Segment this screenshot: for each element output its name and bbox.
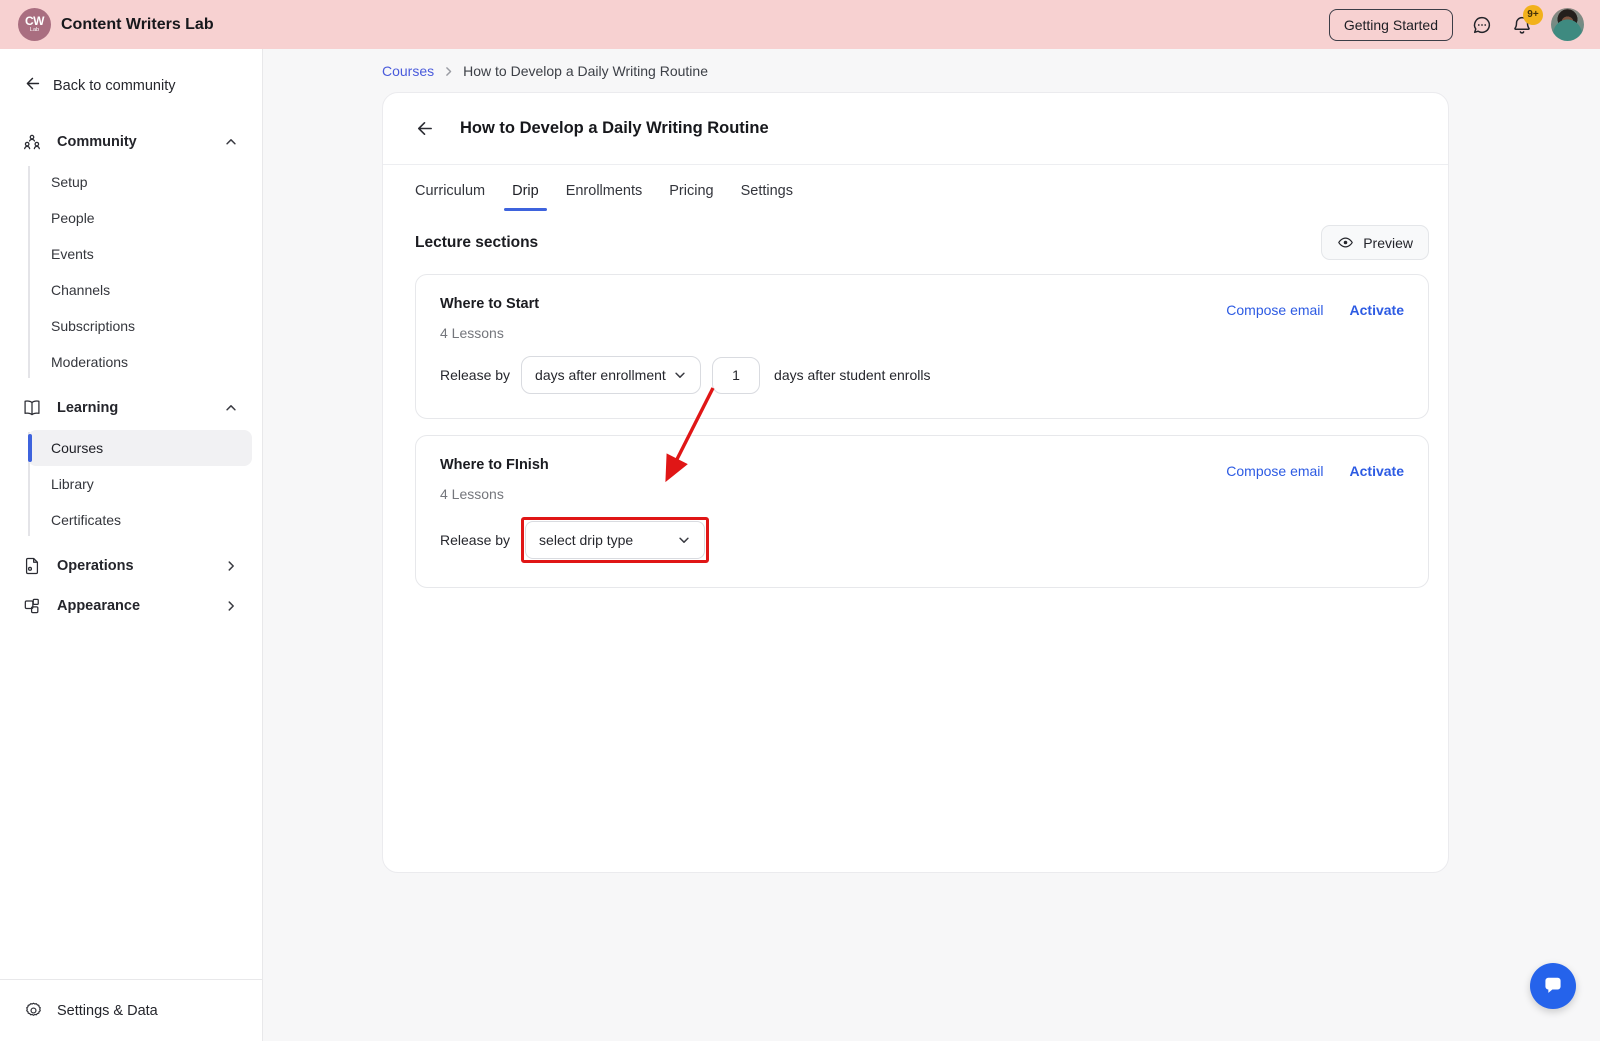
back-arrow-icon: [24, 75, 41, 96]
eye-icon: [1338, 237, 1354, 248]
sidebar-item-certificates[interactable]: Certificates: [28, 502, 252, 538]
tab-curriculum[interactable]: Curriculum: [415, 183, 485, 211]
lecture-sections-heading: Lecture sections: [415, 233, 539, 251]
logo-subtext: Lab: [29, 27, 40, 34]
chevron-right-icon: [228, 561, 234, 571]
chevron-up-icon: [226, 405, 236, 411]
chat-bubble-icon: [1545, 977, 1561, 993]
sidebar-group-operations[interactable]: Operations: [0, 546, 262, 586]
top-header: CW Lab Content Writers Lab Getting Start…: [0, 0, 1600, 49]
red-highlight-box: select drip type: [521, 517, 710, 563]
getting-started-button[interactable]: Getting Started: [1328, 8, 1453, 41]
tab-drip[interactable]: Drip: [504, 183, 547, 211]
back-arrow-icon[interactable]: [415, 119, 434, 138]
section-title: Where to FInish: [440, 457, 549, 473]
operations-icon: [25, 557, 39, 575]
course-admin-card: How to Develop a Daily Writing Routine C…: [382, 92, 1449, 873]
sidebar-group-community-label: Community: [57, 134, 137, 150]
sidebar-group-community[interactable]: Community: [0, 122, 262, 162]
sidebar-item-setup[interactable]: Setup: [28, 164, 252, 200]
tab-enrollments[interactable]: Enrollments: [566, 183, 643, 211]
compose-email-link[interactable]: Compose email: [1226, 302, 1323, 318]
compose-email-link[interactable]: Compose email: [1226, 463, 1323, 479]
breadcrumb: Courses How to Develop a Daily Writing R…: [382, 63, 1600, 79]
live-chat-button[interactable]: [1530, 963, 1576, 1009]
activate-link[interactable]: Activate: [1350, 463, 1404, 479]
drip-type-placeholder: select drip type: [539, 532, 634, 548]
days-suffix-label: days after student enrolls: [774, 367, 931, 383]
sidebar-item-courses[interactable]: Courses: [28, 430, 252, 466]
gear-icon: [26, 1002, 41, 1016]
sidebar-item-people[interactable]: People: [28, 200, 252, 236]
sidebar-item-moderations[interactable]: Moderations: [28, 344, 252, 380]
settings-and-data-link[interactable]: Settings & Data: [0, 979, 262, 1041]
appearance-icon: [24, 598, 39, 614]
chevron-down-icon: [679, 537, 689, 543]
learning-icon: [24, 400, 40, 416]
release-by-label: Release by: [440, 367, 511, 383]
lecture-section-where-to-finish: Where to FInish Compose email Activate 4…: [415, 435, 1429, 588]
preview-label: Preview: [1363, 234, 1413, 251]
sidebar-group-learning[interactable]: Learning: [0, 388, 262, 428]
chevron-right-icon: [228, 601, 234, 611]
app-title: Content Writers Lab: [61, 15, 214, 33]
days-count-input[interactable]: [712, 356, 761, 394]
notification-badge: 9+: [1523, 4, 1543, 25]
back-to-community-label: Back to community: [53, 77, 176, 94]
activate-link[interactable]: Activate: [1350, 302, 1404, 318]
settings-and-data-label: Settings & Data: [57, 1002, 158, 1019]
logo-text: CW: [25, 14, 45, 29]
sidebar-item-channels[interactable]: Channels: [28, 272, 252, 308]
main-content: Courses How to Develop a Daily Writing R…: [263, 49, 1600, 1041]
course-header: How to Develop a Daily Writing Routine: [383, 93, 1448, 165]
section-lessons-count: 4 Lessons: [440, 325, 504, 341]
lecture-section-where-to-start: Where to Start Compose email Activate 4 …: [415, 274, 1429, 419]
sidebar-item-events[interactable]: Events: [28, 236, 252, 272]
sidebar-item-library[interactable]: Library: [28, 466, 252, 502]
course-title: How to Develop a Daily Writing Routine: [460, 119, 769, 137]
preview-button[interactable]: Preview: [1321, 225, 1429, 260]
sidebar-group-appearance[interactable]: Appearance: [0, 586, 262, 626]
notifications-bell-icon[interactable]: 9+: [1511, 4, 1543, 36]
breadcrumb-chevron-icon: [446, 66, 452, 76]
community-sub-list: Setup People Events Channels Subscriptio…: [28, 164, 252, 380]
learning-sub-list: Courses Library Certificates: [28, 430, 252, 538]
tab-settings[interactable]: Settings: [741, 183, 793, 211]
release-by-label: Release by: [440, 532, 511, 548]
community-logo[interactable]: CW Lab: [18, 8, 51, 41]
course-tabs: Curriculum Drip Enrollments Pricing Sett…: [383, 165, 1448, 211]
section-lessons-count: 4 Lessons: [440, 486, 504, 502]
breadcrumb-courses-link[interactable]: Courses: [382, 63, 434, 79]
breadcrumb-current: How to Develop a Daily Writing Routine: [463, 63, 708, 79]
chevron-down-icon: [675, 372, 685, 378]
community-icon: [24, 134, 40, 150]
messages-icon[interactable]: [1471, 14, 1493, 36]
drip-type-dropdown-highlighted[interactable]: select drip type: [525, 521, 706, 559]
chevron-up-icon: [226, 139, 236, 145]
drip-type-value: days after enrollment: [535, 367, 666, 383]
sidebar-group-learning-label: Learning: [57, 400, 119, 416]
back-to-community-link[interactable]: Back to community: [0, 75, 262, 96]
section-title: Where to Start: [440, 296, 540, 312]
user-avatar[interactable]: [1551, 8, 1584, 41]
admin-sidebar: Back to community Community Setup People…: [0, 49, 263, 1041]
sidebar-group-appearance-label: Appearance: [57, 598, 141, 614]
drip-type-dropdown[interactable]: days after enrollment: [521, 356, 702, 394]
sidebar-group-operations-label: Operations: [57, 558, 134, 574]
tab-pricing[interactable]: Pricing: [669, 183, 713, 211]
sidebar-item-subscriptions[interactable]: Subscriptions: [28, 308, 252, 344]
